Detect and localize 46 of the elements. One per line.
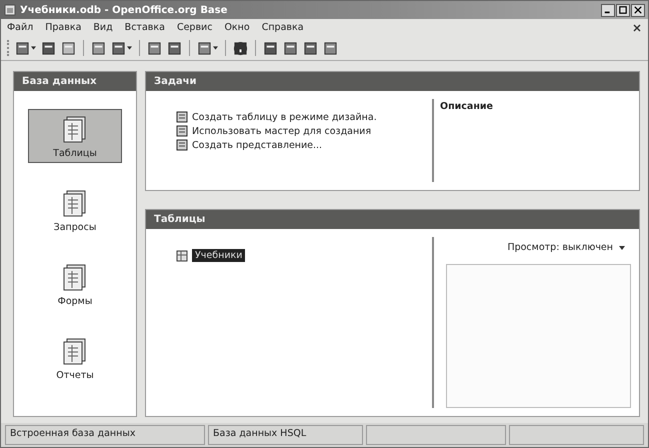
toolbar-icon[interactable] xyxy=(302,40,319,56)
window-title: Учебники.odb - OpenOffice.org Base xyxy=(20,4,228,16)
menu-item[interactable]: Вставка xyxy=(124,22,165,33)
minimize-button[interactable] xyxy=(601,4,615,16)
preview-dropdown[interactable]: Просмотр: выключен xyxy=(501,241,631,254)
toolbar-icon[interactable] xyxy=(90,40,107,56)
help-icon[interactable] xyxy=(232,40,249,56)
menu-item[interactable]: Вид xyxy=(93,22,113,33)
toolbar-icon[interactable] xyxy=(60,40,77,56)
menu-item[interactable]: Файл xyxy=(7,22,34,33)
panel-header: База данных xyxy=(14,72,136,91)
toolbar-icon[interactable] xyxy=(40,40,57,56)
description-title: Описание xyxy=(440,101,494,112)
status-cell: Встроенная база данных xyxy=(5,425,205,445)
table-icon xyxy=(176,250,188,262)
caret-icon xyxy=(619,246,625,250)
document-icon xyxy=(176,125,188,137)
sidebar-item[interactable]: Запросы xyxy=(28,183,122,237)
toolbar-icon[interactable] xyxy=(110,40,133,56)
toolbar-icon[interactable] xyxy=(262,40,279,56)
menu-item[interactable]: Правка xyxy=(45,22,82,33)
close-icon[interactable] xyxy=(632,22,642,32)
database-icon xyxy=(4,4,16,16)
sidebar-item[interactable]: Формы xyxy=(28,257,122,311)
table-item[interactable]: Учебники xyxy=(192,249,246,262)
status-cell: База данных HSQL xyxy=(208,425,363,445)
task-link[interactable]: Создать таблицу в режиме дизайна. xyxy=(176,111,426,123)
close-button[interactable] xyxy=(631,4,645,16)
toolbar-icon[interactable] xyxy=(196,40,219,56)
toolbar-icon[interactable] xyxy=(322,40,339,56)
document-icon xyxy=(176,111,188,123)
maximize-button[interactable] xyxy=(616,4,630,16)
task-link[interactable]: Использовать мастер для создания xyxy=(176,125,426,137)
toolbar-icon[interactable] xyxy=(166,40,183,56)
toolbar-icon[interactable] xyxy=(14,40,37,56)
menu-item[interactable]: Справка xyxy=(262,22,304,33)
panel-header: Задачи xyxy=(146,72,639,91)
task-link[interactable]: Создать представление... xyxy=(176,139,426,151)
toolbar-icon[interactable] xyxy=(146,40,163,56)
sidebar-item[interactable]: Отчеты xyxy=(28,331,122,385)
toolbar-icon[interactable] xyxy=(282,40,299,56)
menu-item[interactable]: Окно xyxy=(224,22,250,33)
menu-item[interactable]: Сервис xyxy=(176,22,212,33)
document-icon xyxy=(176,139,188,151)
panel-header: Таблицы xyxy=(146,210,639,229)
sidebar-item[interactable]: Таблицы xyxy=(28,109,122,163)
